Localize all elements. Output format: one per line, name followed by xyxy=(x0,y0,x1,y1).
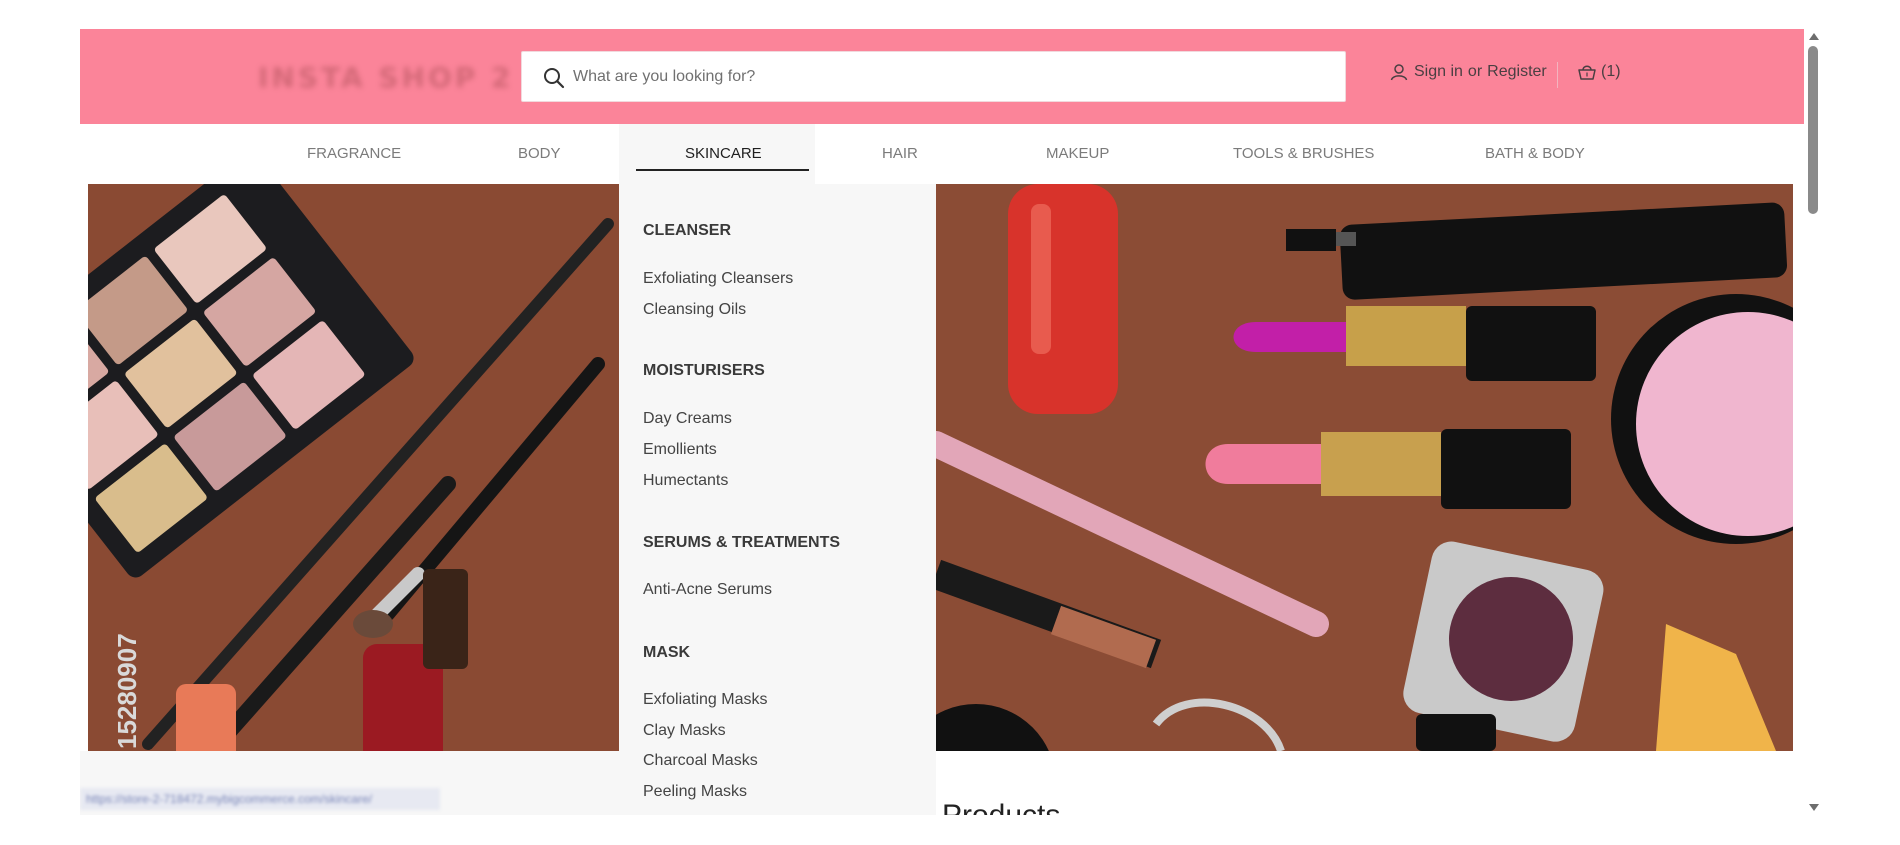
browser-viewport: INSTA SHOP 2 Sign in or Register xyxy=(80,29,1804,815)
scroll-down-arrow-icon[interactable] xyxy=(1809,804,1819,811)
nav-item-fragrance[interactable]: FRAGRANCE xyxy=(307,124,401,184)
nav-item-body[interactable]: BODY xyxy=(518,124,561,184)
category-heading-serums-treatments[interactable]: SERUMS & TREATMENTS xyxy=(643,534,840,552)
menu-link-humectants[interactable]: Humectants xyxy=(643,472,728,490)
skincare-dropdown: CLEANSER Exfoliating Cleansers Cleansing… xyxy=(619,184,936,815)
nav-label: BATH & BODY xyxy=(1485,145,1585,162)
nav-item-hair[interactable]: HAIR xyxy=(882,124,918,184)
watermark-id: 15280907 xyxy=(112,633,142,749)
nav-label: HAIR xyxy=(882,145,918,162)
search-icon[interactable] xyxy=(542,66,566,90)
nav-item-tools-brushes[interactable]: TOOLS & BRUSHES xyxy=(1233,124,1374,184)
menu-link-anti-acne-serums[interactable]: Anti-Acne Serums xyxy=(643,581,772,599)
category-heading-moisturisers[interactable]: MOISTURISERS xyxy=(643,362,765,380)
scrollbar-thumb[interactable] xyxy=(1808,46,1818,214)
page-scrollbar[interactable] xyxy=(1804,29,1821,815)
nav-item-bath-body[interactable]: BATH & BODY xyxy=(1485,124,1585,184)
cart-button[interactable]: (1) xyxy=(1577,63,1621,81)
products-heading: Products xyxy=(942,799,1060,815)
menu-link-day-creams[interactable]: Day Creams xyxy=(643,410,732,428)
nav-label: FRAGRANCE xyxy=(307,145,402,162)
menu-link-peeling-masks[interactable]: Peeling Masks xyxy=(643,783,747,801)
header-divider xyxy=(1557,62,1558,88)
menu-link-exfoliating-cleansers[interactable]: Exfoliating Cleansers xyxy=(643,270,793,288)
register-link[interactable]: Register xyxy=(1487,63,1547,81)
menu-link-emollients[interactable]: Emollients xyxy=(643,441,717,459)
menu-link-clay-masks[interactable]: Clay Masks xyxy=(643,722,726,740)
status-bar-url: https://store-2-718472.mybigcommerce.com… xyxy=(80,788,440,810)
category-heading-mask[interactable]: MASK xyxy=(643,644,690,662)
menu-link-cleansing-oils[interactable]: Cleansing Oils xyxy=(643,301,746,319)
search-input[interactable] xyxy=(573,52,1333,101)
account-links: Sign in or Register xyxy=(1390,63,1547,81)
search-bar[interactable] xyxy=(521,51,1346,102)
nav-label: MAKEUP xyxy=(1046,145,1110,162)
cart-count: (1) xyxy=(1601,63,1621,80)
nav-label: BODY xyxy=(518,145,561,162)
nav-item-skincare[interactable]: SKINCARE xyxy=(619,124,815,184)
menu-link-charcoal-masks[interactable]: Charcoal Masks xyxy=(643,752,758,770)
main-navigation: FRAGRANCE BODY SKINCARE HAIR MAKEUP TOOL… xyxy=(80,124,1804,184)
or-text: or xyxy=(1467,63,1483,80)
sign-in-link[interactable]: Sign in xyxy=(1414,63,1463,81)
banner-image-left[interactable]: 15280907 xyxy=(88,184,619,751)
nav-item-makeup[interactable]: MAKEUP xyxy=(1046,124,1109,184)
user-icon xyxy=(1390,64,1408,81)
store-logo[interactable]: INSTA SHOP 2 xyxy=(258,61,514,94)
basket-icon xyxy=(1578,65,1596,80)
menu-link-exfoliating-masks[interactable]: Exfoliating Masks xyxy=(643,691,768,709)
nav-label: TOOLS & BRUSHES xyxy=(1233,145,1375,162)
category-heading-cleanser[interactable]: CLEANSER xyxy=(643,222,731,240)
nav-label: SKINCARE xyxy=(636,143,809,171)
banner-image-right[interactable] xyxy=(936,184,1793,751)
site-header: INSTA SHOP 2 Sign in or Register xyxy=(80,29,1804,124)
scroll-up-arrow-icon[interactable] xyxy=(1809,33,1819,40)
